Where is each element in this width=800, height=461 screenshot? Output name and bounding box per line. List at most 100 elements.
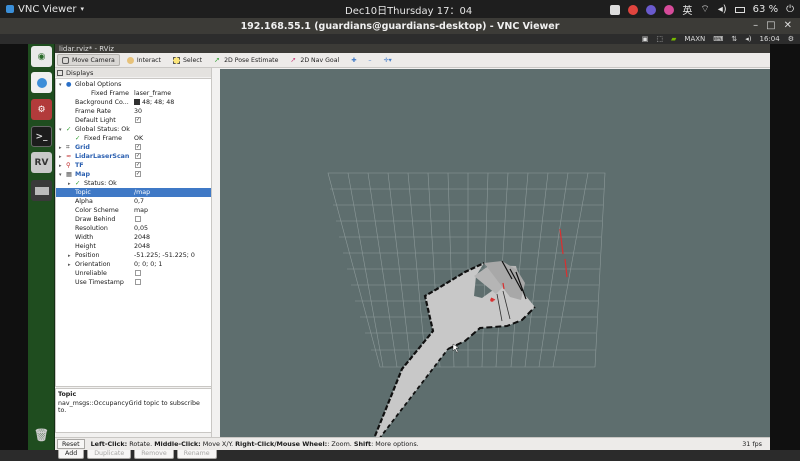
- host-clock[interactable]: Dec10日Thursday 17：04: [345, 2, 472, 17]
- collapsed-arrow-icon[interactable]: ▸: [68, 253, 71, 259]
- grid-icon: ⌗: [66, 143, 70, 151]
- tool-select[interactable]: Select: [168, 54, 207, 66]
- settings-icon[interactable]: ⚙: [31, 99, 52, 120]
- tree-row-draw-behind[interactable]: Draw Behind: [56, 215, 211, 224]
- default-light-checkbox[interactable]: ✓: [135, 117, 141, 123]
- terminal-icon[interactable]: >_: [31, 126, 52, 147]
- collapsed-arrow-icon[interactable]: ▸: [59, 154, 62, 160]
- tree-row-grid[interactable]: ▸ ⌗ Grid ✓: [56, 143, 211, 152]
- tool-options-button[interactable]: ✛▾: [378, 54, 396, 66]
- fps-counter: 31 fps: [742, 440, 762, 448]
- expanded-arrow-icon[interactable]: ▾: [59, 82, 62, 88]
- tree-label: Grid: [75, 144, 90, 151]
- wifi-icon[interactable]: ⌔: [700, 3, 709, 16]
- power-icon[interactable]: ⏻: [786, 4, 794, 15]
- expanded-arrow-icon[interactable]: ▾: [59, 127, 62, 133]
- tree-value[interactable]: 30: [134, 108, 142, 115]
- render-view[interactable]: [220, 69, 770, 438]
- grid-enable-checkbox[interactable]: ✓: [135, 144, 141, 150]
- tree-row-height[interactable]: Height 2048: [56, 242, 211, 251]
- tree-value[interactable]: map: [134, 207, 148, 214]
- color-swatch[interactable]: [134, 99, 140, 105]
- draw-behind-checkbox[interactable]: [135, 216, 141, 222]
- tree-value[interactable]: /map: [134, 189, 150, 196]
- dash-icon[interactable]: ◉: [31, 46, 52, 67]
- tree-value-color[interactable]: 48; 48; 48: [134, 99, 174, 106]
- tf-enable-checkbox[interactable]: ✓: [135, 162, 141, 168]
- close-icon[interactable]: ✕: [784, 20, 792, 31]
- tree-row-status-fixed-frame[interactable]: ✓ Fixed Frame OK: [56, 134, 211, 143]
- tree-row-background-color[interactable]: Background Co... 48; 48; 48: [56, 98, 211, 107]
- tool-interact[interactable]: Interact: [122, 54, 166, 66]
- drive-icon[interactable]: [31, 180, 52, 201]
- vnc-title-bar[interactable]: 192.168.55.1 (guardians@guardians-deskto…: [0, 18, 800, 34]
- tree-row-default-light[interactable]: Default Light ✓: [56, 116, 211, 125]
- nvidia-icon[interactable]: ▰: [671, 35, 676, 43]
- collapsed-arrow-icon[interactable]: ▸: [59, 145, 62, 151]
- input-method-label[interactable]: 英: [682, 2, 692, 17]
- collapsed-arrow-icon[interactable]: ▸: [68, 181, 71, 187]
- browser-icon[interactable]: [628, 4, 639, 15]
- host-app-menu[interactable]: VNC Viewer ▾: [0, 4, 200, 15]
- volume-icon[interactable]: ◂): [718, 4, 727, 15]
- power-mode-label[interactable]: MAXN: [684, 35, 705, 43]
- tree-row-resolution[interactable]: Resolution 0,05: [56, 224, 211, 233]
- tree-row-global-status[interactable]: ▾ ✓ Global Status: Ok: [56, 125, 211, 134]
- tree-row-fixed-frame[interactable]: Fixed Frame laser_frame: [56, 89, 211, 98]
- lidar-enable-checkbox[interactable]: ✓: [135, 153, 141, 159]
- tool-2d-nav-goal[interactable]: ➚ 2D Nav Goal: [285, 54, 344, 66]
- input-method-icon[interactable]: [646, 4, 657, 15]
- minimize-icon[interactable]: –: [753, 20, 758, 31]
- hint-text: : More options.: [371, 440, 419, 448]
- files-icon[interactable]: [31, 72, 52, 93]
- map-enable-checkbox[interactable]: ✓: [135, 171, 141, 177]
- tree-row-global-options[interactable]: ▾ ● Global Options: [56, 80, 211, 89]
- tree-row-use-timestamp[interactable]: Use Timestamp: [56, 278, 211, 287]
- camera-icon[interactable]: ▣: [642, 35, 649, 43]
- volume-icon[interactable]: ◂): [745, 35, 751, 43]
- tree-row-lidar-laser-scan[interactable]: ▸ ≈ LidarLaserScan ✓: [56, 152, 211, 161]
- remote-time[interactable]: 16:04: [760, 35, 780, 43]
- tool-2d-pose-estimate[interactable]: ➚ 2D Pose Estimate: [209, 54, 283, 66]
- hint-text: : Zoom.: [327, 440, 354, 448]
- tree-value: 2048: [134, 243, 151, 250]
- tool-move-camera[interactable]: Move Camera: [57, 54, 120, 66]
- chat-icon[interactable]: [664, 4, 675, 15]
- network-icon[interactable]: ⇅: [731, 35, 737, 43]
- trash-icon[interactable]: 🗑: [31, 424, 52, 445]
- keyboard-icon[interactable]: ⌨: [713, 35, 723, 43]
- tree-row-alpha[interactable]: Alpha 0,7: [56, 197, 211, 206]
- tree-label: Height: [75, 243, 96, 250]
- expanded-arrow-icon[interactable]: ▾: [59, 172, 62, 178]
- use-timestamp-checkbox[interactable]: [135, 279, 141, 285]
- tree-row-topic[interactable]: Topic /map: [56, 188, 211, 197]
- tree-value: 2048: [134, 234, 151, 241]
- tree-label: Map: [75, 171, 91, 178]
- unreliable-checkbox[interactable]: [135, 270, 141, 276]
- clipboard-icon[interactable]: [610, 4, 621, 15]
- battery-icon[interactable]: [734, 6, 745, 13]
- tree-row-position[interactable]: ▸ Position -51.225; -51.225; 0: [56, 251, 211, 260]
- tree-value[interactable]: 0,7: [134, 198, 144, 205]
- dropbox-icon[interactable]: ⬚: [656, 35, 663, 43]
- tree-row-orientation[interactable]: ▸ Orientation 0; 0; 0; 1: [56, 260, 211, 269]
- tree-row-tf[interactable]: ▸ ⚲ TF ✓: [56, 161, 211, 170]
- tree-row-map[interactable]: ▾ ▦ Map ✓: [56, 170, 211, 179]
- tree-row-width[interactable]: Width 2048: [56, 233, 211, 242]
- collapsed-arrow-icon[interactable]: ▸: [59, 163, 62, 169]
- tree-row-color-scheme[interactable]: Color Scheme map: [56, 206, 211, 215]
- render-canvas[interactable]: [220, 69, 770, 438]
- reset-button[interactable]: Reset: [57, 439, 85, 449]
- tool-remove-button[interactable]: –: [363, 54, 376, 66]
- tree-label: Use Timestamp: [75, 279, 124, 286]
- settings-gear-icon[interactable]: ⚙: [788, 35, 794, 43]
- tree-label: Topic: [75, 189, 91, 196]
- collapsed-arrow-icon[interactable]: ▸: [68, 262, 71, 268]
- tree-row-map-status[interactable]: ▸ ✓ Status: Ok: [56, 179, 211, 188]
- tree-value[interactable]: laser_frame: [134, 90, 171, 97]
- rviz-icon[interactable]: RV: [31, 152, 52, 173]
- maximize-icon[interactable]: □: [766, 20, 775, 31]
- tree-row-unreliable[interactable]: Unreliable: [56, 269, 211, 278]
- tree-row-frame-rate[interactable]: Frame Rate 30: [56, 107, 211, 116]
- tool-add-button[interactable]: ✚: [346, 54, 361, 66]
